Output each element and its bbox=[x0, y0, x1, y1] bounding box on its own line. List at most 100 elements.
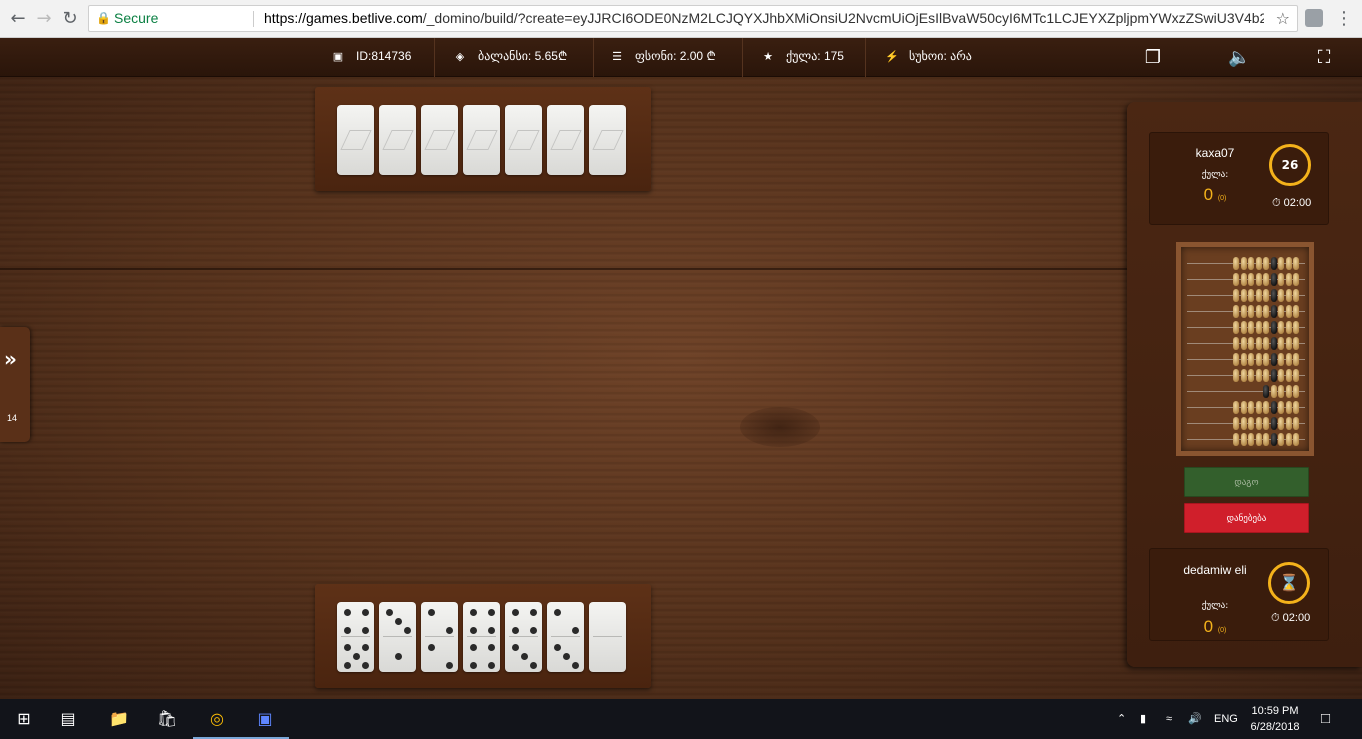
abacus-bead bbox=[1233, 369, 1239, 382]
volume-icon[interactable]: 🔊 bbox=[1188, 699, 1202, 739]
layers-icon[interactable]: ❐ bbox=[1142, 47, 1164, 69]
player-clock: ⏱ 02:00 bbox=[1271, 612, 1311, 624]
abacus-bead bbox=[1278, 273, 1284, 286]
domino-pip bbox=[487, 627, 495, 634]
divider bbox=[593, 38, 594, 77]
abacus-bead bbox=[1293, 417, 1299, 430]
domino-pip bbox=[553, 609, 561, 616]
domino-pip bbox=[361, 644, 369, 651]
surrender-button[interactable]: დანებება bbox=[1184, 503, 1309, 533]
language-indicator[interactable]: ENG bbox=[1214, 699, 1238, 739]
pass-button[interactable]: დაგო bbox=[1184, 467, 1309, 497]
player-tile[interactable] bbox=[547, 602, 584, 672]
player-hand bbox=[315, 584, 651, 688]
player-tile[interactable] bbox=[589, 602, 626, 672]
abacus-bead bbox=[1278, 337, 1284, 350]
browser-toolbar: ← → ↻ 🔒 Secure https://games.betlive.com… bbox=[0, 0, 1362, 38]
abacus-bead bbox=[1285, 257, 1292, 270]
domino-pip bbox=[361, 662, 369, 669]
abacus-bead bbox=[1248, 433, 1254, 446]
abacus-bead bbox=[1278, 257, 1284, 270]
abacus-bead bbox=[1278, 401, 1284, 414]
abacus-bead bbox=[1270, 369, 1277, 382]
abacus-bead bbox=[1248, 401, 1254, 414]
domino-pip bbox=[427, 609, 435, 616]
back-icon[interactable]: ← bbox=[6, 7, 30, 31]
abacus-bead bbox=[1255, 289, 1262, 302]
reload-icon[interactable]: ↻ bbox=[58, 7, 82, 31]
side-panel-toggle[interactable]: » 14 bbox=[0, 327, 30, 442]
abacus-bead bbox=[1248, 353, 1254, 366]
points: ★ ქულა: 175 bbox=[762, 38, 844, 77]
player-tile[interactable] bbox=[463, 602, 500, 672]
abacus-bead bbox=[1233, 353, 1239, 366]
abacus-bead bbox=[1240, 289, 1247, 302]
domino-pip bbox=[469, 644, 477, 651]
task-view-icon[interactable]: ▤ bbox=[44, 699, 92, 739]
intellij-icon[interactable]: ▣ bbox=[241, 699, 289, 739]
show-hidden-icons[interactable]: ⌃ bbox=[1117, 699, 1126, 739]
player-tile[interactable] bbox=[337, 602, 374, 672]
domino-pip bbox=[571, 662, 579, 669]
abacus-bead bbox=[1248, 305, 1254, 318]
player-tile[interactable] bbox=[421, 602, 458, 672]
abacus-bead bbox=[1233, 321, 1239, 334]
domino-pip bbox=[394, 653, 402, 660]
side-tab-count: 14 bbox=[7, 413, 18, 423]
abacus-bead bbox=[1278, 321, 1284, 334]
abacus-bead bbox=[1240, 321, 1247, 334]
abacus-bead bbox=[1285, 337, 1292, 350]
system-clock[interactable]: 10:59 PM 6/28/2018 bbox=[1246, 703, 1304, 735]
player-score: 0 (0) bbox=[1203, 617, 1227, 636]
abacus-bead bbox=[1270, 433, 1277, 446]
domino-pip bbox=[445, 627, 453, 634]
player-tile[interactable] bbox=[505, 602, 542, 672]
chrome-icon[interactable]: ◎ bbox=[193, 699, 241, 739]
abacus-bead bbox=[1263, 289, 1269, 302]
bookmark-star-icon[interactable]: ☆ bbox=[1276, 6, 1290, 31]
domino-pip bbox=[343, 644, 351, 651]
battery-icon[interactable]: ▮ bbox=[1140, 699, 1146, 739]
windows-taskbar: ⊞ ▤ 📁 🛍 ◎ ▣ ⌃ ▮ ≈ 🔊 ENG 10:59 PM 6/28/20… bbox=[0, 699, 1362, 739]
domino-pip bbox=[343, 627, 351, 634]
abacus-bead bbox=[1278, 385, 1284, 398]
extension-icon[interactable] bbox=[1305, 9, 1323, 27]
abacus-bead bbox=[1278, 369, 1284, 382]
address-bar[interactable]: 🔒 Secure https://games.betlive.com/_domi… bbox=[88, 5, 1298, 32]
file-explorer-icon[interactable]: 📁 bbox=[95, 699, 143, 739]
abacus-bead bbox=[1285, 273, 1292, 286]
tile-divider bbox=[467, 636, 496, 637]
forward-icon[interactable]: → bbox=[32, 7, 56, 31]
abacus-bead bbox=[1255, 369, 1262, 382]
abacus-bead bbox=[1270, 257, 1277, 270]
store-icon[interactable]: 🛍 bbox=[143, 699, 191, 739]
menu-icon[interactable]: ⋮ bbox=[1332, 7, 1356, 31]
speaker-icon[interactable]: 🔈 bbox=[1228, 47, 1250, 69]
stopwatch-icon: ⏱ bbox=[1271, 612, 1280, 624]
player-tile[interactable] bbox=[379, 602, 416, 672]
fullscreen-icon[interactable]: ⛶ bbox=[1313, 47, 1335, 69]
abacus-bead bbox=[1285, 321, 1292, 334]
abacus-bead bbox=[1270, 401, 1277, 414]
stopwatch-icon: ⏱ bbox=[1272, 197, 1281, 209]
abacus-bead bbox=[1278, 289, 1284, 302]
abacus-bead bbox=[1240, 337, 1247, 350]
table-plank-seam bbox=[0, 268, 1130, 270]
balance: ◈ ბალანსი: 5.65₾ bbox=[454, 38, 567, 77]
windows-icon[interactable]: ⊞ bbox=[0, 699, 48, 739]
abacus-bead bbox=[1240, 257, 1247, 270]
notifications-icon[interactable]: □ bbox=[1321, 699, 1330, 739]
wifi-icon[interactable]: ≈ bbox=[1166, 699, 1172, 739]
opponent-turn-timer: 26 bbox=[1269, 144, 1311, 186]
abacus-bead bbox=[1240, 401, 1247, 414]
domino-pip bbox=[511, 609, 519, 616]
abacus-bead bbox=[1285, 353, 1292, 366]
opponent-tile bbox=[547, 105, 584, 175]
tile-divider bbox=[509, 636, 538, 637]
abacus-bead bbox=[1240, 417, 1247, 430]
domino-pip bbox=[511, 644, 519, 651]
abacus-bead bbox=[1270, 305, 1277, 318]
abacus-bead bbox=[1285, 289, 1292, 302]
abacus-bead bbox=[1285, 369, 1292, 382]
abacus-bead bbox=[1233, 433, 1239, 446]
